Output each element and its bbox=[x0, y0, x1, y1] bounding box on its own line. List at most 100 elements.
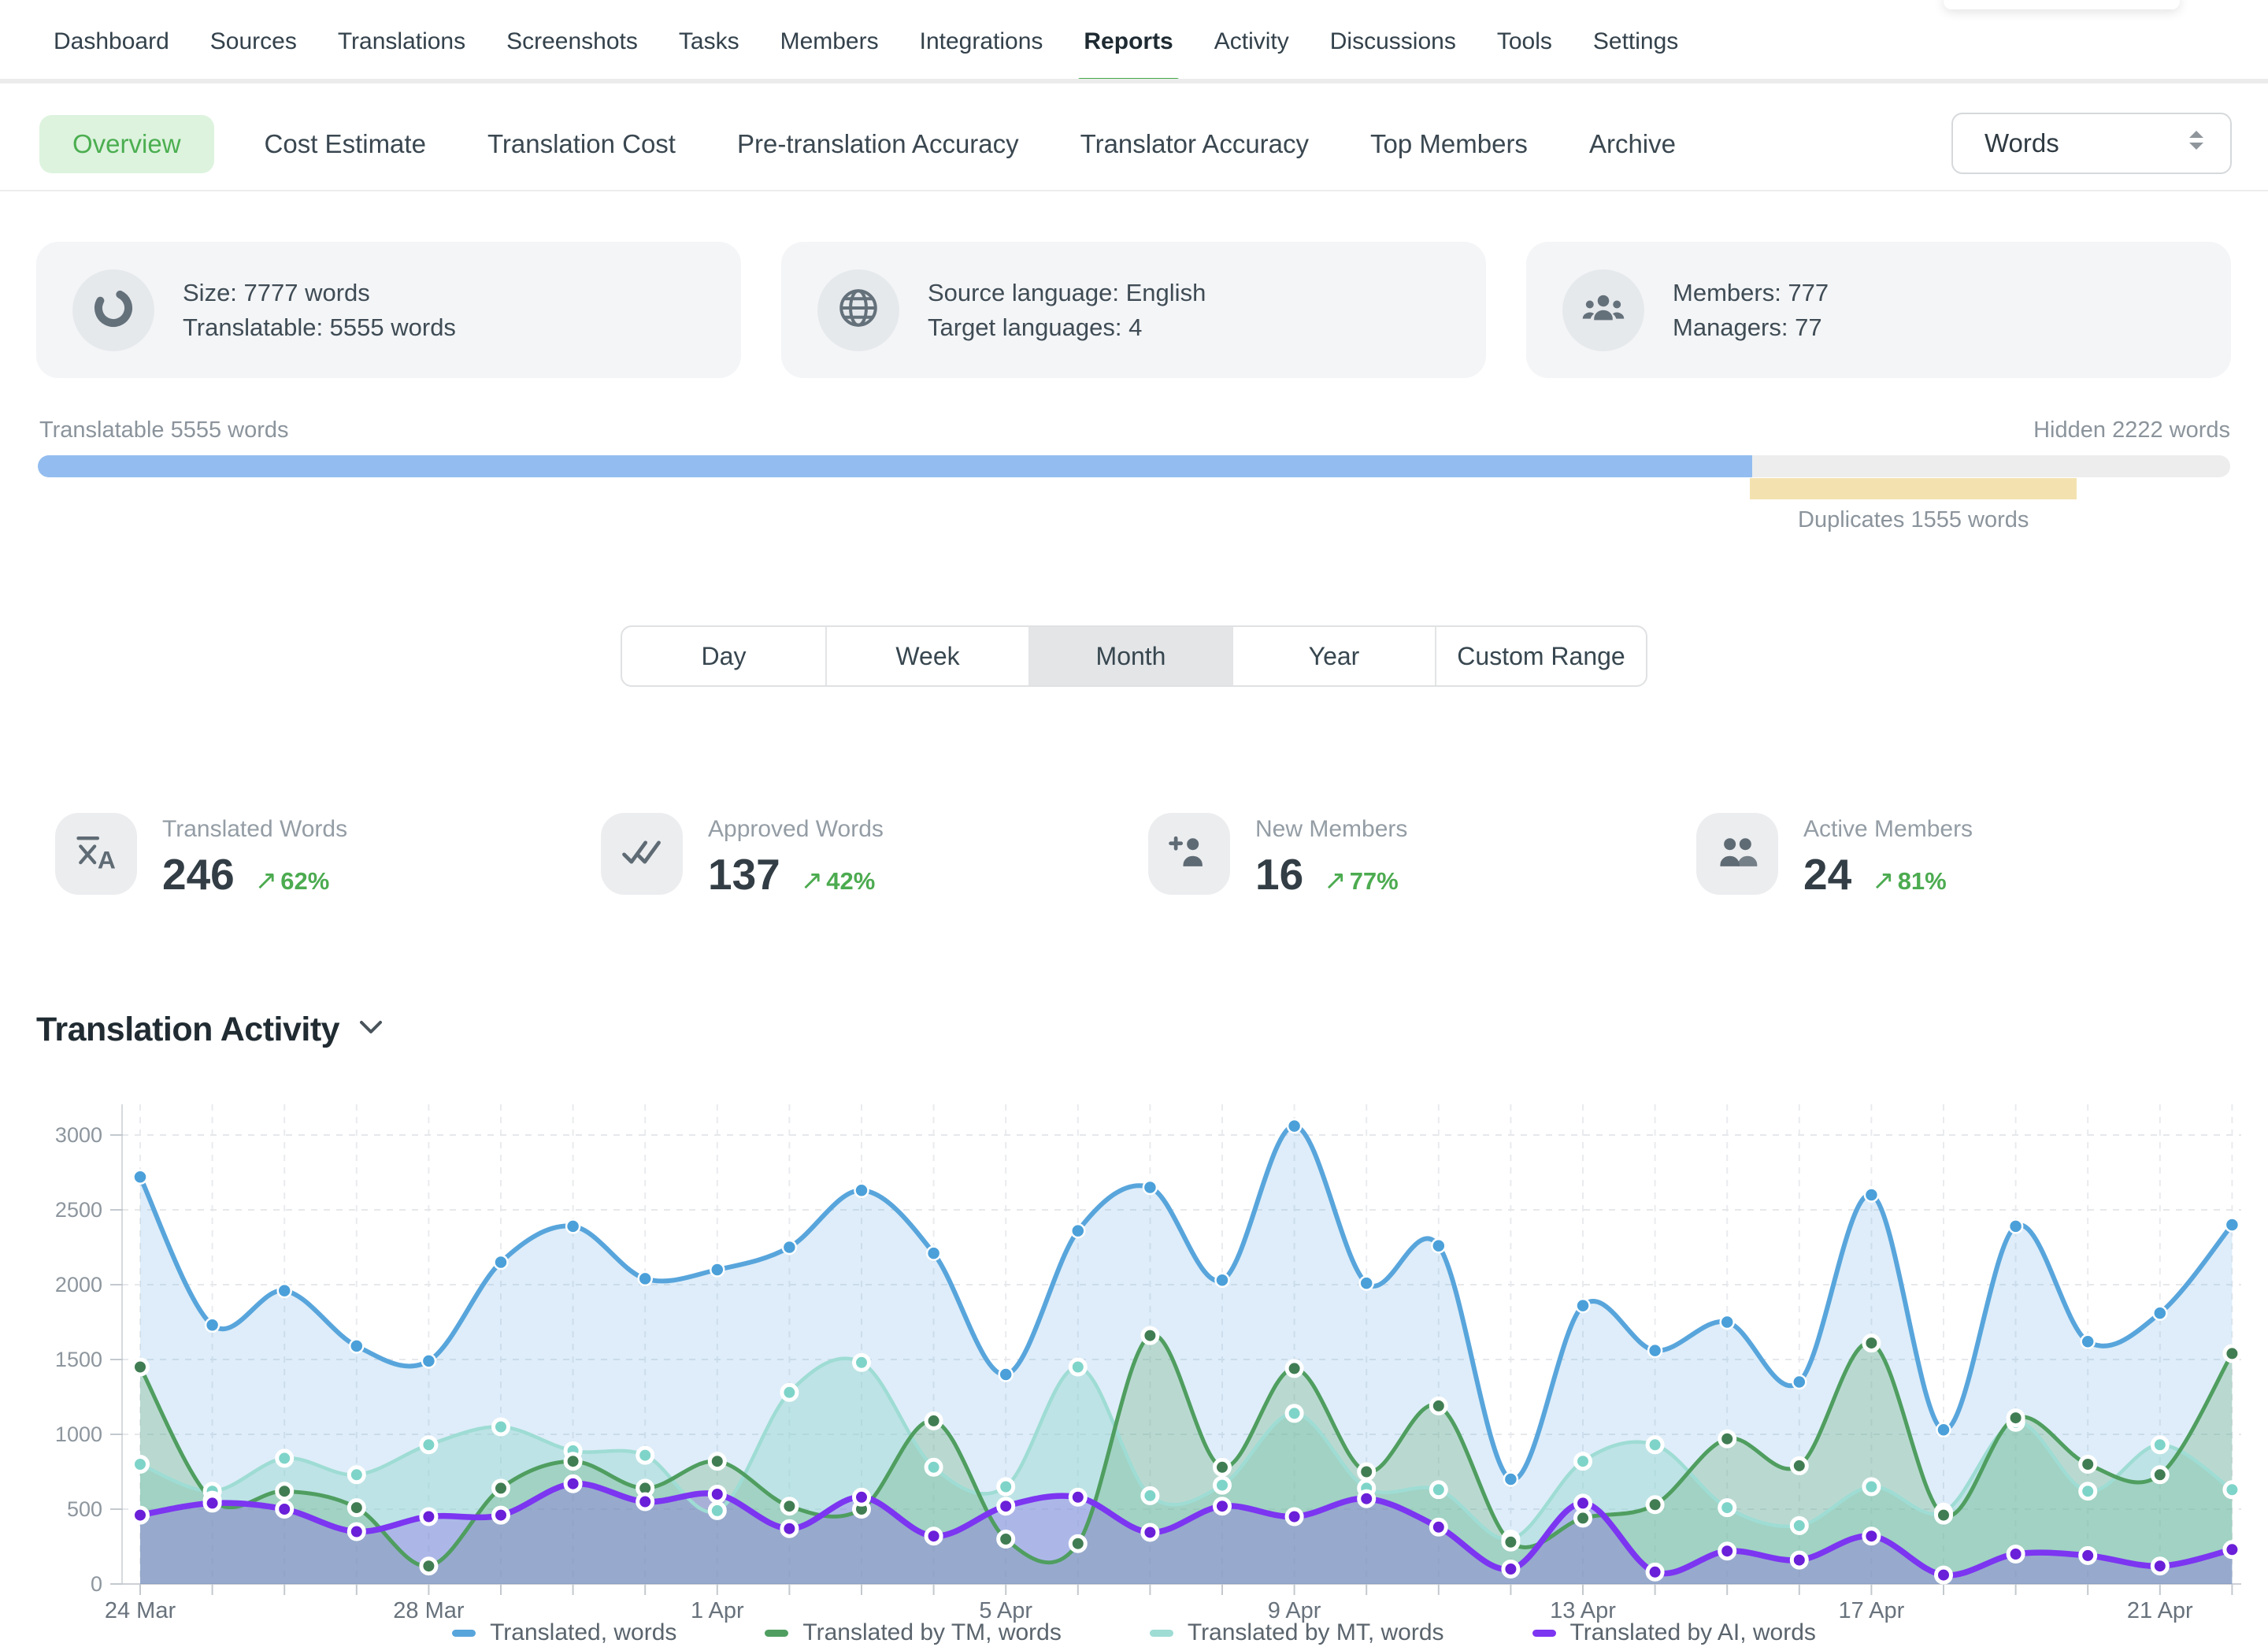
point-translated-by-tm-words[interactable] bbox=[1503, 1534, 1518, 1549]
point-translated-by-mt-words[interactable] bbox=[421, 1437, 436, 1452]
nav-item-dashboard[interactable]: Dashboard bbox=[54, 0, 169, 83]
point-translated-by-mt-words[interactable] bbox=[1720, 1500, 1735, 1515]
nav-item-members[interactable]: Members bbox=[780, 0, 879, 83]
point-translated-words[interactable] bbox=[2081, 1335, 2095, 1348]
point-translated-by-tm-words[interactable] bbox=[2008, 1411, 2023, 1426]
point-translated-words[interactable] bbox=[206, 1319, 219, 1332]
point-translated-by-tm-words[interactable] bbox=[710, 1454, 724, 1469]
point-translated-by-ai-words[interactable] bbox=[1720, 1544, 1735, 1559]
point-translated-by-tm-words[interactable] bbox=[1359, 1464, 1374, 1479]
point-translated-words[interactable] bbox=[1648, 1344, 1662, 1357]
point-translated-words[interactable] bbox=[1071, 1224, 1084, 1237]
range-tab-custom-range[interactable]: Custom Range bbox=[1435, 627, 1646, 685]
report-tab-archive[interactable]: Archive bbox=[1589, 129, 1676, 159]
point-translated-by-mt-words[interactable] bbox=[1287, 1406, 1302, 1421]
point-translated-by-ai-words[interactable] bbox=[205, 1496, 220, 1511]
point-translated-words[interactable] bbox=[1577, 1299, 1590, 1312]
point-translated-by-ai-words[interactable] bbox=[421, 1509, 436, 1524]
point-translated-by-mt-words[interactable] bbox=[1431, 1482, 1446, 1497]
point-translated-by-ai-words[interactable] bbox=[2008, 1547, 2023, 1562]
point-translated-by-tm-words[interactable] bbox=[421, 1559, 436, 1574]
point-translated-words[interactable] bbox=[2153, 1307, 2166, 1320]
point-translated-by-mt-words[interactable] bbox=[349, 1467, 364, 1482]
point-translated-by-ai-words[interactable] bbox=[1070, 1489, 1085, 1504]
point-translated-words[interactable] bbox=[710, 1263, 724, 1277]
point-translated-by-ai-words[interactable] bbox=[999, 1499, 1014, 1514]
unit-select[interactable]: Words bbox=[1951, 113, 2232, 174]
point-translated-by-mt-words[interactable] bbox=[926, 1460, 941, 1475]
nav-item-translations[interactable]: Translations bbox=[338, 0, 465, 83]
nav-item-tools[interactable]: Tools bbox=[1497, 0, 1552, 83]
range-tab-week[interactable]: Week bbox=[825, 627, 1028, 685]
point-translated-words[interactable] bbox=[927, 1247, 940, 1260]
point-translated-by-ai-words[interactable] bbox=[349, 1524, 364, 1539]
report-tab-overview[interactable]: Overview bbox=[39, 115, 214, 173]
point-translated-by-tm-words[interactable] bbox=[1070, 1536, 1085, 1551]
point-translated-by-tm-words[interactable] bbox=[1215, 1460, 1230, 1475]
nav-item-discussions[interactable]: Discussions bbox=[1330, 0, 1456, 83]
point-translated-by-tm-words[interactable] bbox=[2152, 1467, 2167, 1482]
report-tab-translation-cost[interactable]: Translation Cost bbox=[487, 129, 676, 159]
point-translated-by-tm-words[interactable] bbox=[1864, 1336, 1879, 1351]
point-translated-by-mt-words[interactable] bbox=[1070, 1360, 1085, 1374]
point-translated-by-ai-words[interactable] bbox=[2225, 1542, 2240, 1557]
point-translated-words[interactable] bbox=[1360, 1277, 1373, 1290]
point-translated-by-mt-words[interactable] bbox=[2152, 1437, 2167, 1452]
point-translated-by-tm-words[interactable] bbox=[133, 1360, 148, 1374]
point-translated-words[interactable] bbox=[350, 1339, 363, 1352]
point-translated-by-ai-words[interactable] bbox=[1215, 1499, 1230, 1514]
point-translated-by-mt-words[interactable] bbox=[1647, 1437, 1662, 1452]
point-translated-by-tm-words[interactable] bbox=[1936, 1508, 1951, 1523]
point-translated-words[interactable] bbox=[278, 1284, 291, 1297]
point-translated-by-tm-words[interactable] bbox=[349, 1500, 364, 1515]
nav-item-screenshots[interactable]: Screenshots bbox=[506, 0, 638, 83]
report-tab-pre-translation-accuracy[interactable]: Pre-translation Accuracy bbox=[737, 129, 1019, 159]
point-translated-by-tm-words[interactable] bbox=[1431, 1398, 1446, 1413]
point-translated-by-tm-words[interactable] bbox=[782, 1499, 797, 1514]
point-translated-by-ai-words[interactable] bbox=[494, 1508, 509, 1523]
legend-item-translated-words[interactable]: Translated, words bbox=[452, 1619, 676, 1646]
point-translated-by-tm-words[interactable] bbox=[1287, 1361, 1302, 1376]
point-translated-words[interactable] bbox=[999, 1368, 1013, 1382]
point-translated-by-ai-words[interactable] bbox=[854, 1489, 869, 1504]
point-translated-by-tm-words[interactable] bbox=[2081, 1457, 2096, 1472]
point-translated-words[interactable] bbox=[134, 1170, 147, 1184]
point-translated-by-mt-words[interactable] bbox=[277, 1451, 292, 1466]
point-translated-by-ai-words[interactable] bbox=[710, 1487, 724, 1502]
legend-item-translated-by-ai-words[interactable]: Translated by AI, words bbox=[1532, 1619, 1816, 1646]
point-translated-words[interactable] bbox=[1143, 1181, 1157, 1194]
point-translated-by-tm-words[interactable] bbox=[565, 1454, 580, 1469]
point-translated-by-ai-words[interactable] bbox=[1936, 1567, 1951, 1582]
report-tab-cost-estimate[interactable]: Cost Estimate bbox=[265, 129, 426, 159]
range-tab-day[interactable]: Day bbox=[622, 627, 825, 685]
point-translated-by-ai-words[interactable] bbox=[2081, 1548, 2096, 1563]
point-translated-by-mt-words[interactable] bbox=[1215, 1478, 1230, 1493]
point-translated-by-mt-words[interactable] bbox=[782, 1385, 797, 1400]
point-translated-by-mt-words[interactable] bbox=[2225, 1482, 2240, 1497]
point-translated-by-tm-words[interactable] bbox=[999, 1532, 1014, 1547]
point-translated-by-ai-words[interactable] bbox=[2152, 1559, 2167, 1574]
point-translated-by-mt-words[interactable] bbox=[1864, 1479, 1879, 1494]
point-translated-by-ai-words[interactable] bbox=[1864, 1529, 1879, 1544]
point-translated-by-mt-words[interactable] bbox=[1143, 1488, 1158, 1503]
point-translated-words[interactable] bbox=[566, 1219, 580, 1233]
point-translated-by-tm-words[interactable] bbox=[1576, 1511, 1591, 1526]
point-translated-words[interactable] bbox=[1937, 1423, 1951, 1437]
legend-item-translated-by-tm-words[interactable]: Translated by TM, words bbox=[765, 1619, 1061, 1646]
point-translated-by-ai-words[interactable] bbox=[782, 1521, 797, 1536]
point-translated-by-ai-words[interactable] bbox=[1792, 1552, 1807, 1567]
point-translated-by-tm-words[interactable] bbox=[494, 1481, 509, 1496]
nav-item-reports[interactable]: Reports bbox=[1084, 0, 1173, 83]
nav-item-sources[interactable]: Sources bbox=[210, 0, 297, 83]
point-translated-by-ai-words[interactable] bbox=[565, 1476, 580, 1491]
point-translated-words[interactable] bbox=[639, 1272, 652, 1285]
point-translated-words[interactable] bbox=[855, 1184, 869, 1197]
point-translated-words[interactable] bbox=[1504, 1473, 1518, 1486]
point-translated-words[interactable] bbox=[1792, 1375, 1806, 1389]
point-translated-words[interactable] bbox=[1865, 1189, 1878, 1202]
point-translated-by-ai-words[interactable] bbox=[1143, 1525, 1158, 1540]
point-translated-by-mt-words[interactable] bbox=[1576, 1454, 1591, 1469]
nav-item-activity[interactable]: Activity bbox=[1214, 0, 1289, 83]
point-translated-words[interactable] bbox=[2009, 1219, 2022, 1233]
point-translated-words[interactable] bbox=[1432, 1239, 1445, 1252]
